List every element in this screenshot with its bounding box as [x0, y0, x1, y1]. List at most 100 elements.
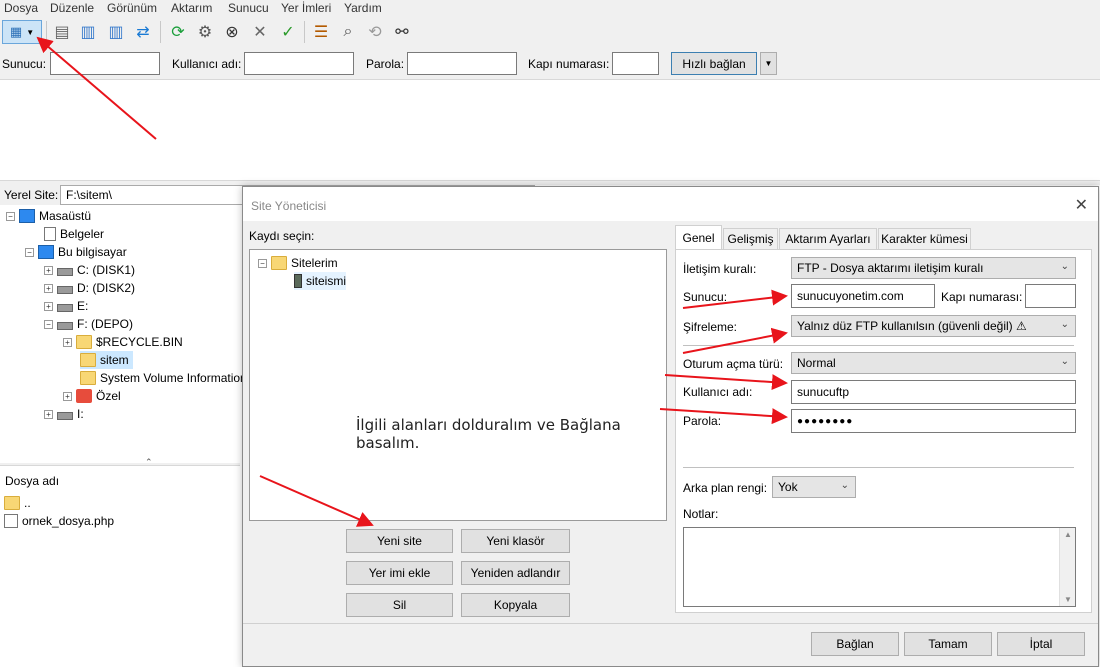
menu-view[interactable]: Görünüm: [107, 1, 157, 15]
file-row-php[interactable]: ornek_dosya.php: [4, 512, 114, 530]
reconnect-icon[interactable]: ✓: [276, 20, 300, 44]
tree-item-documents[interactable]: Belgeler: [44, 225, 104, 243]
logon-type-select[interactable]: Normal ⌄: [791, 352, 1076, 374]
file-row-parent[interactable]: ..: [4, 494, 31, 512]
port-input[interactable]: [612, 52, 659, 75]
monitor-icon: [19, 209, 35, 223]
tab-general[interactable]: Genel: [675, 225, 722, 250]
host-input[interactable]: [50, 52, 160, 75]
tree-item-disk-i[interactable]: + I:: [44, 405, 84, 423]
tree-item-desktop[interactable]: − Masaüstü: [6, 207, 91, 225]
expand-icon[interactable]: +: [63, 391, 72, 401]
expand-icon[interactable]: +: [44, 265, 53, 275]
tree-item-disk-d[interactable]: + D: (DISK2): [44, 279, 135, 297]
host-label: Sunucu:: [683, 290, 728, 304]
divider: [243, 623, 1098, 624]
menu-transfer[interactable]: Aktarım: [171, 1, 212, 15]
refresh-icon[interactable]: ⟳: [166, 20, 190, 44]
tree-item-system-volume[interactable]: System Volume Information: [80, 369, 247, 387]
username-input[interactable]: [244, 52, 354, 75]
tree-item-my-sites[interactable]: − Sitelerim: [258, 254, 338, 272]
tree-item-this-pc[interactable]: − Bu bilgisayar: [25, 243, 127, 261]
computer-icon: [38, 245, 54, 259]
annotation-note: İlgili alanları dolduralım ve Bağlana ba…: [356, 416, 621, 452]
new-folder-button[interactable]: Yeni klasör: [461, 529, 570, 553]
menu-help[interactable]: Yardım: [344, 1, 382, 15]
menu-file[interactable]: Dosya: [4, 1, 38, 15]
filter-icon[interactable]: ☰: [309, 20, 333, 44]
delete-button[interactable]: Sil: [346, 593, 453, 617]
optical-drive-icon: [57, 412, 73, 420]
site-tree: − Sitelerim siteismi İlgili alanları dol…: [249, 249, 667, 521]
port-input[interactable]: [1025, 284, 1076, 308]
rename-button[interactable]: Yeniden adlandır: [461, 561, 570, 585]
dialog-title: Site Yöneticisi: [251, 199, 327, 213]
password-input[interactable]: [407, 52, 517, 75]
username-label: Kullanıcı adı:: [683, 385, 753, 399]
encryption-select[interactable]: Yalnız düz FTP kullanılsın (güvenli deği…: [791, 315, 1076, 337]
divider: [683, 467, 1074, 468]
site-manager-button[interactable]: ▦ ▼: [2, 20, 42, 44]
logon-type-label: Oturum açma türü:: [683, 357, 784, 371]
chevron-down-icon: ▼: [26, 27, 35, 37]
expand-icon[interactable]: +: [44, 409, 53, 419]
local-tree-icon[interactable]: ▥: [76, 20, 100, 44]
tree-item-disk-e[interactable]: + E:: [44, 297, 88, 315]
menu-server[interactable]: Sunucu: [228, 1, 269, 15]
notes-textarea[interactable]: ▲ ▼: [683, 527, 1076, 607]
collapse-icon[interactable]: −: [6, 211, 15, 221]
folder-icon: [4, 496, 20, 510]
cancel-icon[interactable]: ⊗: [220, 20, 244, 44]
quickconnect-bar: Sunucu: Kullanıcı adı: Parola: Kapı numa…: [0, 48, 1100, 80]
quickconnect-dropdown[interactable]: ▼: [760, 52, 777, 75]
user-label: Kullanıcı adı:: [172, 57, 242, 71]
tree-item-recycle-bin[interactable]: + $RECYCLE.BIN: [63, 333, 183, 351]
close-icon[interactable]: ✕: [1075, 195, 1088, 215]
tree-item-sitem[interactable]: sitem: [80, 351, 133, 369]
folder-icon: [80, 353, 96, 367]
collapse-icon[interactable]: −: [44, 319, 53, 329]
protocol-select[interactable]: FTP - Dosya aktarımı iletişim kuralı ⌄: [791, 257, 1076, 279]
tab-transfer-settings[interactable]: Aktarım Ayarları: [779, 228, 877, 249]
sync-browse-icon[interactable]: ⟲: [363, 20, 387, 44]
chevron-down-icon[interactable]: ▼: [1064, 595, 1072, 604]
search-icon[interactable]: ⚯: [390, 20, 414, 44]
password-input[interactable]: ●●●●●●●●: [791, 409, 1076, 433]
expand-icon[interactable]: +: [63, 337, 72, 347]
tab-charset[interactable]: Karakter kümesi: [878, 228, 971, 249]
tree-item-disk-c[interactable]: + C: (DISK1): [44, 261, 135, 279]
ok-button[interactable]: Tamam: [904, 632, 992, 656]
chevron-up-icon[interactable]: ▲: [1064, 530, 1072, 539]
host-input[interactable]: sunucuyonetim.com: [791, 284, 935, 308]
tab-advanced[interactable]: Gelişmiş: [723, 228, 778, 249]
tree-item-disk-f[interactable]: − F: (DEPO): [44, 315, 133, 333]
compare-icon[interactable]: ⌕: [336, 20, 360, 44]
scrollbar[interactable]: ▲ ▼: [1059, 528, 1075, 606]
chevron-down-icon: ⌄: [1060, 319, 1069, 330]
process-queue-icon[interactable]: ⚙: [193, 20, 217, 44]
username-input[interactable]: sunucuftp: [791, 380, 1076, 404]
new-site-button[interactable]: Yeni site: [346, 529, 453, 553]
message-log-icon[interactable]: ▤: [50, 20, 74, 44]
column-header-filename[interactable]: Dosya adı: [5, 474, 59, 488]
expand-icon[interactable]: +: [44, 283, 53, 293]
collapse-icon[interactable]: −: [258, 258, 267, 268]
expand-icon[interactable]: +: [44, 301, 53, 311]
disconnect-icon[interactable]: ✕: [248, 20, 272, 44]
transfer-queue-icon[interactable]: ⇄: [131, 20, 155, 44]
cancel-button[interactable]: İptal: [997, 632, 1085, 656]
tree-item-site[interactable]: siteismi: [294, 272, 347, 290]
new-bookmark-button[interactable]: Yer imi ekle: [346, 561, 453, 585]
background-color-select[interactable]: Yok ⌄: [772, 476, 856, 498]
collapse-icon[interactable]: −: [25, 247, 34, 257]
connect-button[interactable]: Bağlan: [811, 632, 899, 656]
copy-button[interactable]: Kopyala: [461, 593, 570, 617]
tree-item-ozel[interactable]: + Özel: [63, 387, 121, 405]
notes-label: Notlar:: [683, 507, 719, 521]
background-color-label: Arka plan rengi:: [683, 481, 768, 495]
remote-tree-icon[interactable]: ▥: [104, 20, 128, 44]
encryption-label: Şifreleme:: [683, 320, 738, 334]
menu-edit[interactable]: Düzenle: [50, 1, 94, 15]
menu-bookmarks[interactable]: Yer İmleri: [281, 1, 331, 15]
quickconnect-button[interactable]: Hızlı bağlan: [671, 52, 757, 75]
